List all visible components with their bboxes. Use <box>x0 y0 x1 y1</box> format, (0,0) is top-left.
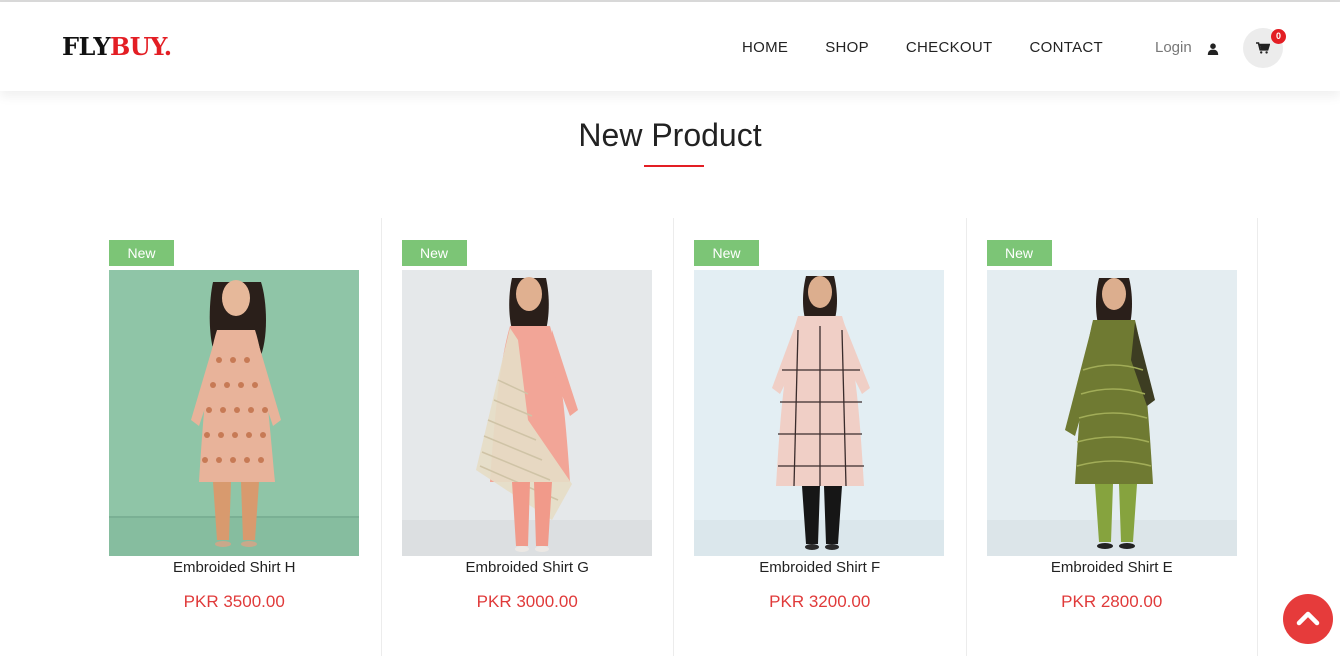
new-badge: New <box>986 240 1052 266</box>
site-logo[interactable]: FLYBUY. <box>62 33 172 61</box>
section-title: New Product <box>578 117 762 153</box>
product-image[interactable] <box>109 270 359 556</box>
logo-part-fly: FLY <box>62 32 111 61</box>
product-name[interactable]: Embroided Shirt E <box>967 559 1258 577</box>
new-badge: New <box>694 240 759 266</box>
product-image[interactable] <box>986 270 1237 556</box>
site-header: FLYBUY. HOME SHOP CHECKOUT CONTACT Login… <box>0 2 1340 91</box>
main-nav: HOME SHOP CHECKOUT CONTACT <box>742 39 1103 57</box>
nav-home[interactable]: HOME <box>742 39 788 57</box>
scroll-to-top-button[interactable] <box>1283 594 1333 644</box>
product-image[interactable] <box>401 270 652 556</box>
product-card[interactable]: New Embroided Shirt G PKR 3000.00 <box>380 218 674 656</box>
cart-icon <box>1256 42 1270 54</box>
product-name[interactable]: Embroided Shirt F <box>674 559 966 577</box>
product-card[interactable]: New Embroided Shirt E PKR 2800.00 <box>965 218 1258 656</box>
new-badge: New <box>401 240 467 266</box>
product-price: PKR 3500.00 <box>183 592 285 611</box>
logo-part-buy: BUY. <box>110 32 172 61</box>
product-price: PKR 2800.00 <box>1061 592 1163 611</box>
product-name[interactable]: Embroided Shirt G <box>382 559 674 577</box>
product-card[interactable]: New Embroided Shirt H PKR 3500.00 <box>88 218 381 656</box>
user-icon[interactable] <box>1207 42 1219 55</box>
product-price: PKR 3200.00 <box>769 592 871 611</box>
chevron-up-icon <box>1296 611 1320 626</box>
cart-count-badge: 0 <box>1271 29 1286 44</box>
product-image[interactable] <box>694 270 944 556</box>
title-underline <box>644 165 704 167</box>
nav-checkout[interactable]: CHECKOUT <box>906 39 993 57</box>
product-card[interactable]: New Embroided Shirt F PKR 3200.00 <box>673 218 966 656</box>
nav-contact[interactable]: CONTACT <box>1030 39 1103 57</box>
product-name[interactable]: Embroided Shirt H <box>88 559 381 577</box>
product-grid: New Embroided Shirt H PKR 3500.00 New Em… <box>88 218 1258 656</box>
nav-shop[interactable]: SHOP <box>825 39 869 57</box>
product-price: PKR 3000.00 <box>476 592 578 611</box>
login-link[interactable]: Login <box>1155 39 1192 57</box>
new-badge: New <box>109 240 174 266</box>
